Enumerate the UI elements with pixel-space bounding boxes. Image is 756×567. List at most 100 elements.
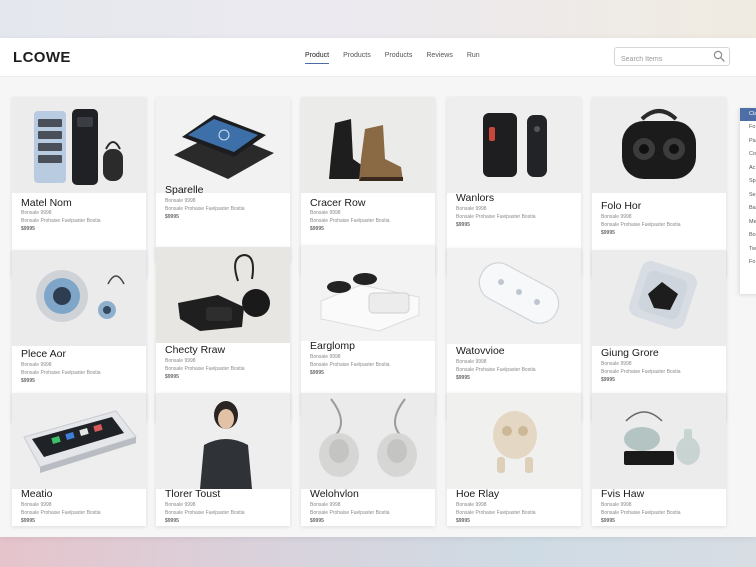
filter-option[interactable]: Tw	[740, 243, 756, 257]
search-box	[614, 47, 730, 67]
product-price: $9995	[21, 518, 35, 524]
product-description: Bonsale Prohaise Fuelpaster Bostia	[310, 218, 390, 224]
product-subtitle: Bonsale 9998	[601, 214, 632, 220]
nav-item-reviews[interactable]: Reviews	[426, 52, 452, 64]
product-card[interactable]: Welohvlon Bonsale 9998 Bonsale Prohaise …	[301, 393, 435, 526]
filter-option[interactable]: Fo	[740, 121, 756, 135]
product-image	[592, 393, 726, 489]
filter-option[interactable]: Ba	[740, 202, 756, 216]
product-subtitle: Bonsale 9998	[456, 502, 487, 508]
filter-side-panel: Cla Fo Pa Co Ac Sp Se Ba Me Bo Tw Fo	[740, 108, 756, 294]
product-subtitle: Bonsale 9998	[310, 502, 341, 508]
product-image	[12, 97, 146, 193]
filter-option[interactable]: Sp	[740, 175, 756, 189]
product-subtitle: Bonsale 9998	[310, 210, 341, 216]
product-description: Bonsale Prohaise Fuelpaster Bostia	[165, 206, 245, 212]
product-description: Bonsale Prohaise Fuelpaster Bostia	[310, 362, 390, 368]
page-background-band	[0, 537, 756, 567]
search-input[interactable]	[615, 52, 713, 67]
product-subtitle: Bonsale 9998	[456, 206, 487, 212]
product-price: $9995	[310, 226, 324, 232]
product-price: $9995	[456, 222, 470, 228]
product-title[interactable]: Meatio	[21, 488, 53, 500]
search-icon[interactable]	[713, 50, 725, 62]
product-title[interactable]: Hoe Rlay	[456, 488, 499, 500]
product-card[interactable]: Earglomp Bonsale 9998 Bonsale Prohaise F…	[301, 245, 435, 415]
filter-option[interactable]: Fo	[740, 256, 756, 270]
product-description: Bonsale Prohaise Fuelpaster Bostia	[165, 510, 245, 516]
product-card[interactable]: Sparelle Bonsale 9998 Bonsale Prohaise F…	[156, 97, 290, 262]
product-image	[447, 248, 581, 344]
product-title[interactable]: Fvis Haw	[601, 488, 644, 500]
product-card[interactable]: Fvis Haw Bonsale 9998 Bonsale Prohaise F…	[592, 393, 726, 526]
product-description: Bonsale Prohaise Fuelpaster Bostia	[310, 510, 390, 516]
product-description: Bonsale Prohaise Fuelpaster Bostia	[165, 366, 245, 372]
product-title[interactable]: Folo Hor	[601, 200, 641, 212]
product-price: $9995	[601, 230, 615, 236]
product-image	[447, 393, 581, 489]
product-price: $9995	[310, 370, 324, 376]
product-image	[447, 97, 581, 193]
product-image	[12, 250, 146, 346]
product-title[interactable]: Watovvioe	[456, 345, 505, 357]
product-price: $9995	[456, 518, 470, 524]
filter-option[interactable]: Co	[740, 148, 756, 162]
product-title[interactable]: Earglomp	[310, 340, 355, 352]
product-title[interactable]: Matel Nom	[21, 197, 72, 209]
filter-panel-tab[interactable]: Cla	[740, 108, 756, 121]
product-title[interactable]: Welohvlon	[310, 488, 359, 500]
product-subtitle: Bonsale 9998	[21, 362, 52, 368]
product-price: $9995	[601, 377, 615, 383]
filter-option[interactable]: Se	[740, 189, 756, 203]
nav-item-product[interactable]: Product	[305, 52, 330, 64]
filter-option[interactable]: Ac	[740, 162, 756, 176]
product-image	[301, 97, 435, 193]
nav-item-products-2[interactable]: Products	[385, 52, 413, 64]
nav-item-products[interactable]: Products	[343, 52, 371, 64]
product-subtitle: Bonsale 9998	[21, 210, 52, 216]
product-description: Bonsale Prohaise Fuelpaster Bostia	[601, 369, 681, 375]
product-subtitle: Bonsale 9998	[165, 198, 196, 204]
product-image	[592, 97, 726, 193]
product-price: $9995	[165, 214, 179, 220]
filter-option[interactable]: Bo	[740, 229, 756, 243]
product-description: Bonsale Prohaise Fuelpaster Bostia	[21, 510, 101, 516]
product-image	[592, 250, 726, 346]
product-card[interactable]: Meatio Bonsale 9998 Bonsale Prohaise Fue…	[12, 393, 146, 526]
product-image	[12, 393, 146, 489]
product-subtitle: Bonsale 9998	[310, 354, 341, 360]
product-image	[301, 393, 435, 489]
product-title[interactable]: Tlorer Toust	[165, 488, 220, 500]
product-title[interactable]: Cracer Row	[310, 197, 365, 209]
product-subtitle: Bonsale 9998	[601, 502, 632, 508]
product-image	[156, 97, 290, 193]
product-card[interactable]: Hoe Rlay Bonsale 9998 Bonsale Prohaise F…	[447, 393, 581, 526]
product-description: Bonsale Prohaise Fuelpaster Bostia	[456, 367, 536, 373]
product-price: $9995	[165, 518, 179, 524]
product-subtitle: Bonsale 9998	[21, 502, 52, 508]
site-logo[interactable]: LCOWE	[13, 49, 71, 66]
product-description: Bonsale Prohaise Fuelpaster Bostia	[601, 222, 681, 228]
browser-page: LCOWE Product Products Products Reviews …	[0, 38, 756, 537]
product-price: $9995	[165, 374, 179, 380]
product-title[interactable]: Wanlors	[456, 192, 494, 204]
product-subtitle: Bonsale 9998	[165, 502, 196, 508]
product-image	[156, 393, 290, 489]
product-title[interactable]: Giung Grore	[601, 347, 659, 359]
product-image	[156, 247, 290, 343]
filter-option[interactable]: Me	[740, 216, 756, 230]
product-card[interactable]: Tlorer Toust Bonsale 9998 Bonsale Prohai…	[156, 393, 290, 526]
top-header: LCOWE Product Products Products Reviews …	[0, 38, 756, 77]
product-title[interactable]: Plece Aor	[21, 348, 66, 360]
product-price: $9995	[21, 226, 35, 232]
product-title[interactable]: Sparelle	[165, 184, 204, 196]
product-title[interactable]: Checty Rraw	[165, 344, 225, 356]
product-price: $9995	[456, 375, 470, 381]
product-description: Bonsale Prohaise Fuelpaster Bostia	[456, 214, 536, 220]
nav-item-run[interactable]: Run	[467, 52, 480, 64]
filter-option[interactable]: Pa	[740, 135, 756, 149]
product-description: Bonsale Prohaise Fuelpaster Bostia	[601, 510, 681, 516]
product-description: Bonsale Prohaise Fuelpaster Bostia	[21, 370, 101, 376]
product-image	[301, 245, 435, 341]
product-subtitle: Bonsale 9998	[601, 361, 632, 367]
